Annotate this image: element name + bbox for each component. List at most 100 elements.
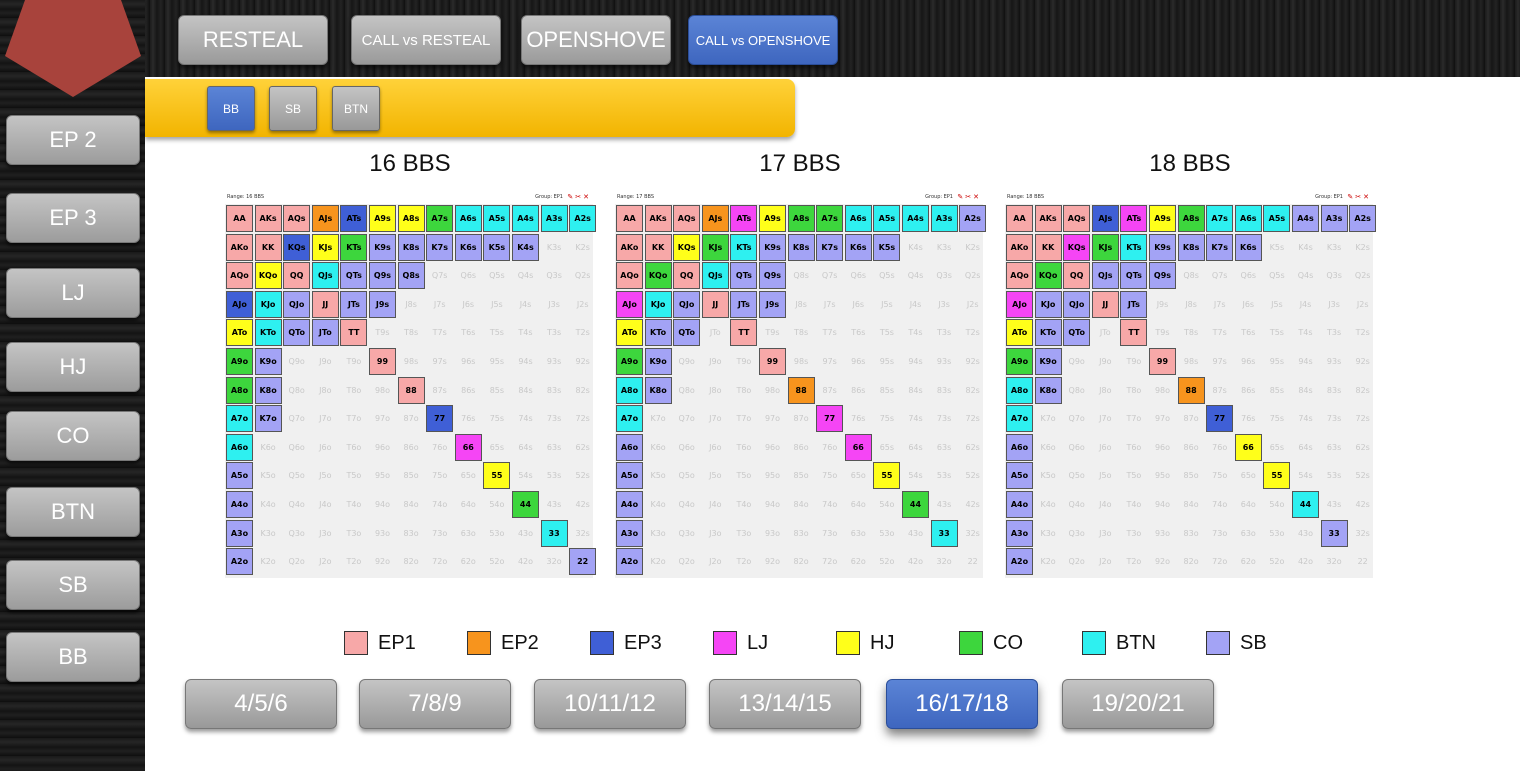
hand-cell-62s[interactable]: 62s	[1349, 434, 1376, 461]
hand-cell-T6s[interactable]: T6s	[455, 319, 482, 346]
hand-cell-43o[interactable]: 43o	[902, 520, 929, 547]
hand-cell-KQs[interactable]: KQs	[1063, 233, 1091, 261]
hand-cell-TT[interactable]: TT	[340, 319, 368, 347]
hand-cell-J9s[interactable]: J9s	[369, 290, 396, 318]
hand-cell-T7s[interactable]: T7s	[1206, 319, 1233, 346]
hand-cell-73o[interactable]: 73o	[1206, 520, 1233, 547]
hand-cell-98o[interactable]: 98o	[759, 377, 786, 404]
hand-cell-T5s[interactable]: T5s	[873, 319, 900, 346]
hand-cell-74o[interactable]: 74o	[1206, 491, 1233, 518]
hand-cell-Q8s[interactable]: Q8s	[397, 262, 425, 290]
hand-cell-T4s[interactable]: T4s	[902, 319, 929, 346]
hand-cell-32s[interactable]: 32s	[569, 520, 596, 547]
hand-cell-83o[interactable]: 83o	[1178, 520, 1205, 547]
hand-cell-J6o[interactable]: J6o	[312, 434, 339, 461]
hand-cell-K9o[interactable]: K9o	[254, 348, 282, 375]
hand-cell-99[interactable]: 99	[369, 348, 396, 375]
position-tab-bb[interactable]: BB	[207, 86, 255, 131]
hand-cell-T8s[interactable]: T8s	[398, 319, 425, 346]
hand-cell-T5o[interactable]: T5o	[1120, 462, 1147, 489]
hand-cell-T9s[interactable]: T9s	[1149, 319, 1176, 346]
hand-cell-84o[interactable]: 84o	[398, 491, 425, 518]
hand-cell-K5s[interactable]: K5s	[1263, 234, 1290, 261]
hand-cell-KTo[interactable]: KTo	[644, 319, 672, 347]
hand-cell-A5o[interactable]: A5o	[616, 462, 643, 490]
hand-cell-AA[interactable]: AA	[1006, 205, 1033, 232]
tab-openshove[interactable]: OPENSHOVE	[521, 15, 671, 65]
hand-cell-T7o[interactable]: T7o	[1120, 405, 1147, 432]
edit-close-icons[interactable]: ✎✂✕	[1347, 193, 1371, 201]
hand-cell-94o[interactable]: 94o	[369, 491, 396, 518]
hand-cell-J6o[interactable]: J6o	[702, 434, 729, 461]
hand-cell-J2o[interactable]: J2o	[702, 548, 729, 575]
hand-cell-65s[interactable]: 65s	[483, 434, 510, 461]
hand-cell-55[interactable]: 55	[1263, 462, 1291, 490]
hand-cell-94s[interactable]: 94s	[902, 348, 929, 375]
hand-cell-QJs[interactable]: QJs	[1091, 262, 1119, 290]
hand-cell-T4o[interactable]: T4o	[1120, 491, 1147, 518]
hand-cell-64o[interactable]: 64o	[455, 491, 482, 518]
hand-cell-73s[interactable]: 73s	[541, 405, 568, 432]
hand-cell-QTo[interactable]: QTo	[673, 319, 701, 347]
hand-cell-T3o[interactable]: T3o	[1120, 520, 1147, 547]
hand-cell-63s[interactable]: 63s	[1321, 434, 1348, 461]
hand-cell-74s[interactable]: 74s	[512, 405, 539, 432]
hand-cell-87s[interactable]: 87s	[816, 377, 843, 404]
hand-cell-AKs[interactable]: AKs	[644, 205, 672, 232]
hand-cell-A8s[interactable]: A8s	[397, 205, 425, 232]
hand-cell-33[interactable]: 33	[930, 519, 958, 547]
hand-cell-J3o[interactable]: J3o	[312, 520, 339, 547]
position-tab-sb[interactable]: SB	[269, 86, 317, 131]
hand-cell-A4s[interactable]: A4s	[512, 205, 539, 232]
hand-cell-82s[interactable]: 82s	[1349, 377, 1376, 404]
hand-cell-86s[interactable]: 86s	[1235, 377, 1262, 404]
hand-cell-K7o[interactable]: K7o	[1035, 405, 1062, 432]
hand-cell-A2s[interactable]: A2s	[1349, 205, 1377, 232]
hand-cell-J8o[interactable]: J8o	[702, 377, 729, 404]
hand-cell-K9s[interactable]: K9s	[1149, 233, 1176, 261]
hand-cell-Q8s[interactable]: Q8s	[1178, 262, 1205, 289]
sidebar-item-btn[interactable]: BTN	[6, 487, 140, 537]
hand-cell-74o[interactable]: 74o	[816, 491, 843, 518]
hand-cell-AA[interactable]: AA	[616, 205, 643, 232]
hand-cell-Q7o[interactable]: Q7o	[283, 405, 310, 432]
hand-cell-53s[interactable]: 53s	[931, 462, 958, 489]
hand-cell-72o[interactable]: 72o	[426, 548, 453, 575]
hand-cell-85o[interactable]: 85o	[1178, 462, 1205, 489]
hand-cell-96s[interactable]: 96s	[1235, 348, 1262, 375]
hand-cell-62s[interactable]: 62s	[959, 434, 986, 461]
hand-cell-54s[interactable]: 54s	[512, 462, 539, 489]
hand-cell-54o[interactable]: 54o	[873, 491, 900, 518]
hand-cell-J2s[interactable]: J2s	[1349, 291, 1376, 318]
hand-cell-T5o[interactable]: T5o	[730, 462, 757, 489]
hand-cell-65o[interactable]: 65o	[845, 462, 872, 489]
hand-cell-94o[interactable]: 94o	[759, 491, 786, 518]
hand-cell-KK[interactable]: KK	[644, 233, 672, 261]
tab-resteal[interactable]: RESTEAL	[178, 15, 328, 65]
hand-cell-QQ[interactable]: QQ	[283, 262, 311, 290]
hand-cell-K7s[interactable]: K7s	[426, 233, 454, 261]
hand-cell-KK[interactable]: KK	[1034, 233, 1062, 261]
hand-cell-A7o[interactable]: A7o	[616, 405, 643, 433]
hand-cell-T9o[interactable]: T9o	[340, 348, 367, 375]
hand-cell-63s[interactable]: 63s	[541, 434, 568, 461]
hand-cell-65o[interactable]: 65o	[1235, 462, 1262, 489]
hand-cell-87s[interactable]: 87s	[426, 377, 453, 404]
hand-cell-82s[interactable]: 82s	[569, 377, 596, 404]
stack-button-19-20-21[interactable]: 19/20/21	[1062, 679, 1214, 729]
hand-cell-64s[interactable]: 64s	[512, 434, 539, 461]
hand-cell-63o[interactable]: 63o	[1235, 520, 1262, 547]
hand-cell-QJs[interactable]: QJs	[311, 262, 339, 290]
hand-cell-64o[interactable]: 64o	[845, 491, 872, 518]
hand-cell-K5s[interactable]: K5s	[483, 233, 511, 261]
hand-cell-97o[interactable]: 97o	[369, 405, 396, 432]
hand-cell-65o[interactable]: 65o	[455, 462, 482, 489]
hand-cell-K7s[interactable]: K7s	[816, 233, 844, 261]
tab-call-vs-openshove[interactable]: CALL vs OPENSHOVE	[688, 15, 838, 65]
hand-cell-T6o[interactable]: T6o	[1120, 434, 1147, 461]
hand-cell-J2o[interactable]: J2o	[312, 548, 339, 575]
hand-cell-Q3o[interactable]: Q3o	[673, 520, 700, 547]
hand-cell-32s[interactable]: 32s	[959, 520, 986, 547]
hand-cell-63s[interactable]: 63s	[931, 434, 958, 461]
hand-cell-A8o[interactable]: A8o	[1006, 376, 1033, 404]
